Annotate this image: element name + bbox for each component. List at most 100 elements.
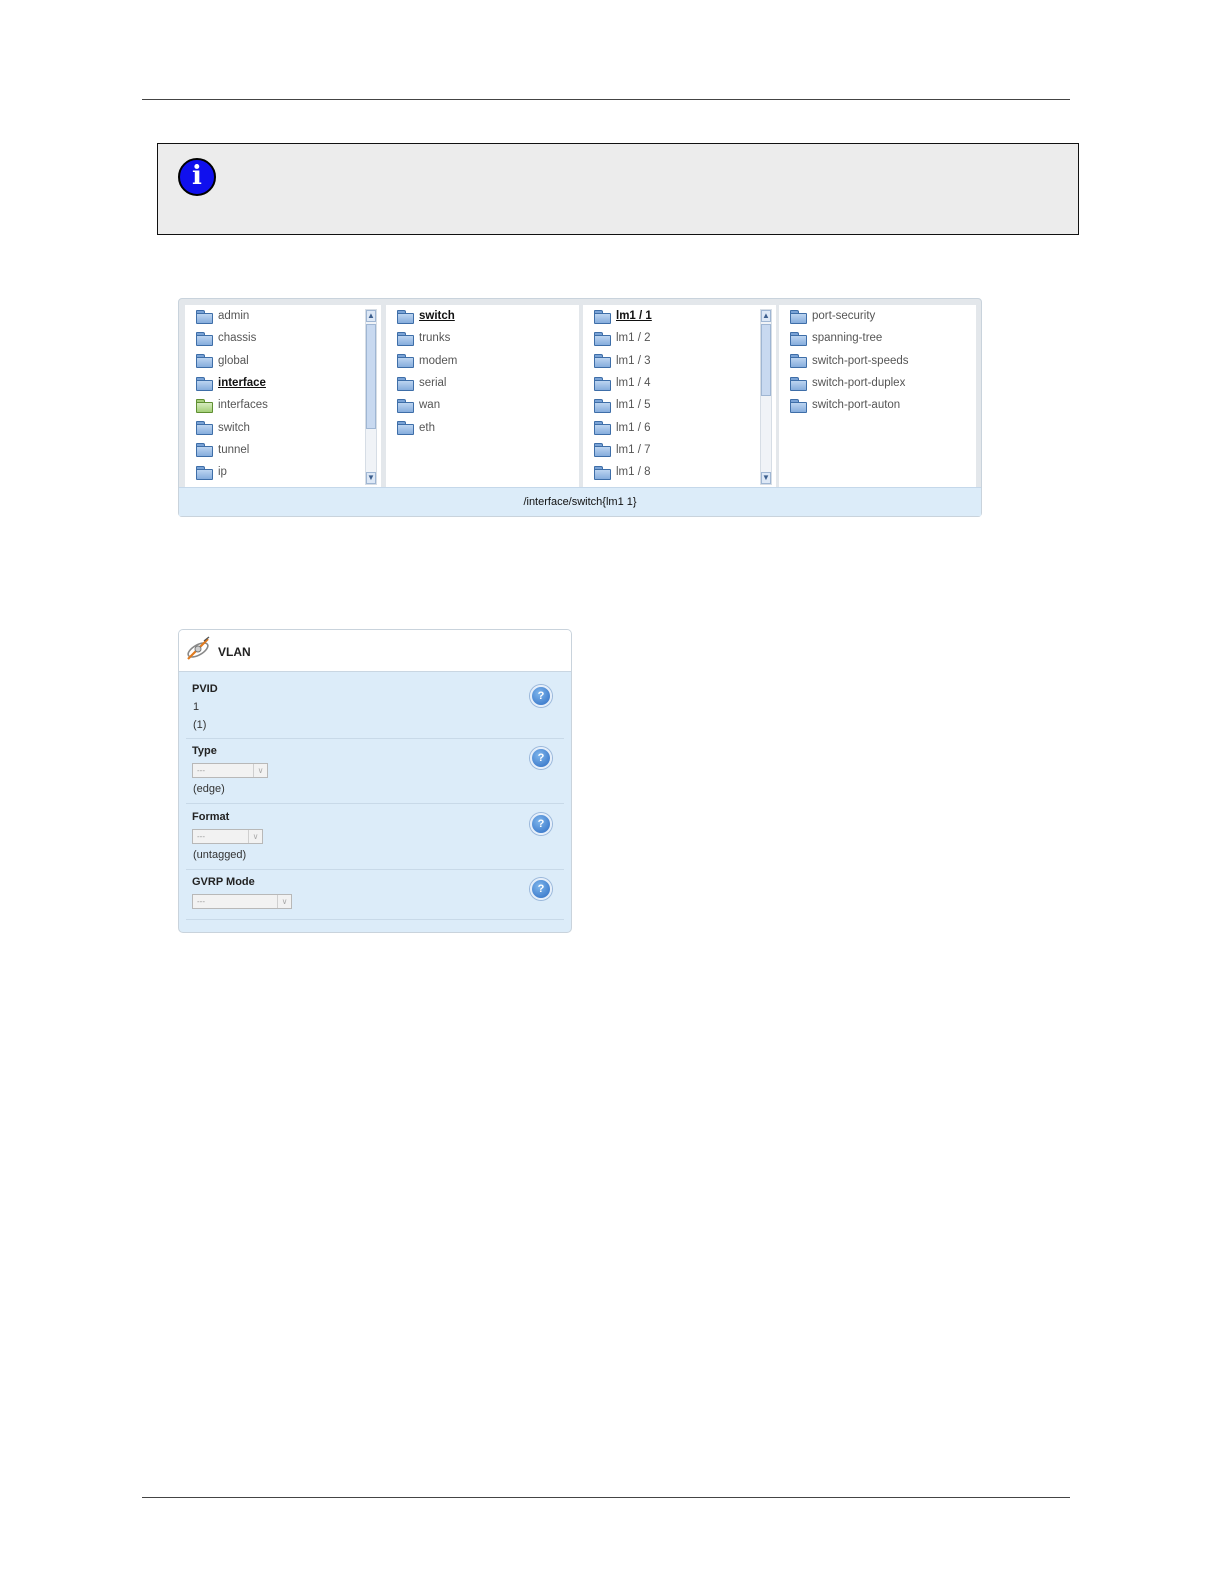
chevron-down-icon[interactable]: ∨ bbox=[253, 764, 267, 777]
browser-item[interactable]: chassis bbox=[185, 327, 381, 349]
browser-item[interactable]: lm1 / 1 bbox=[583, 305, 776, 327]
type-select[interactable]: --- ∨ bbox=[192, 763, 268, 778]
browser-item-label: modem bbox=[419, 354, 458, 367]
browser-column-2-list: switch trunks modem serial wan eth bbox=[386, 305, 579, 439]
browser-item[interactable]: trunks bbox=[386, 327, 579, 349]
folder-icon bbox=[397, 331, 414, 346]
browser-item-label: port-security bbox=[812, 310, 876, 323]
folder-icon bbox=[790, 354, 807, 369]
browser-item[interactable]: tunnel bbox=[185, 439, 381, 461]
pvid-default: (1) bbox=[193, 719, 207, 731]
type-default: (edge) bbox=[193, 783, 225, 795]
vlan-panel-header: VLAN bbox=[179, 630, 571, 672]
scroll-up-icon[interactable]: ▲ bbox=[761, 310, 771, 322]
folder-icon bbox=[594, 376, 611, 391]
vlan-satellite-icon bbox=[187, 636, 210, 660]
folder-icon bbox=[594, 398, 611, 413]
browser-item[interactable]: port-security bbox=[779, 305, 976, 327]
vlan-panel-title: VLAN bbox=[218, 645, 251, 659]
browser-item-label: switch-port-auton bbox=[812, 399, 901, 412]
browser-item[interactable]: serial bbox=[386, 372, 579, 394]
browser-item[interactable]: lm1 / 3 bbox=[583, 350, 776, 372]
help-icon[interactable]: ? bbox=[530, 685, 552, 707]
pvid-label: PVID bbox=[192, 683, 218, 695]
browser-item[interactable]: interface bbox=[185, 372, 381, 394]
type-select-value: --- bbox=[197, 766, 205, 775]
browser-item[interactable]: eth bbox=[386, 416, 579, 438]
gvrp-mode-field: GVRP Mode --- ∨ ? bbox=[186, 871, 564, 920]
browser-item-label: lm1 / 8 bbox=[616, 466, 651, 479]
browser-item[interactable]: lm1 / 4 bbox=[583, 372, 776, 394]
type-label: Type bbox=[192, 745, 217, 757]
folder-icon bbox=[196, 443, 213, 458]
folder-icon bbox=[196, 354, 213, 369]
folder-icon bbox=[196, 309, 213, 324]
folder-icon bbox=[790, 309, 807, 324]
browser-item[interactable]: switch bbox=[185, 416, 381, 438]
gvrp-mode-select-value: --- bbox=[197, 897, 205, 906]
browser-item-label: ip bbox=[218, 466, 227, 479]
folder-icon bbox=[790, 398, 807, 413]
folder-icon bbox=[397, 421, 414, 436]
browser-item[interactable]: global bbox=[185, 350, 381, 372]
browser-item[interactable]: switch-port-duplex bbox=[779, 372, 976, 394]
browser-item-label: switch bbox=[218, 421, 250, 434]
scroll-down-icon[interactable]: ▼ bbox=[366, 472, 376, 484]
header-rule bbox=[142, 99, 1070, 100]
browser-item[interactable]: spanning-tree bbox=[779, 327, 976, 349]
browser-item-label: chassis bbox=[218, 332, 257, 345]
browser-item[interactable]: lm1 / 2 bbox=[583, 327, 776, 349]
chevron-down-icon[interactable]: ∨ bbox=[248, 830, 262, 843]
format-select[interactable]: --- ∨ bbox=[192, 829, 263, 844]
browser-item[interactable]: switch-port-speeds bbox=[779, 350, 976, 372]
browser-column-2: switch trunks modem serial wan eth bbox=[386, 305, 579, 487]
scrollbar-thumb[interactable] bbox=[761, 324, 771, 396]
folder-icon bbox=[790, 331, 807, 346]
browser-item[interactable]: lm1 / 7 bbox=[583, 439, 776, 461]
browser-item[interactable]: lm1 / 6 bbox=[583, 416, 776, 438]
browser-item[interactable]: switch-port-auton bbox=[779, 394, 976, 416]
browser-item-label: lm1 / 3 bbox=[616, 354, 651, 367]
path-bar: /interface/switch{lm1 1} bbox=[179, 487, 981, 516]
folder-open-icon bbox=[594, 309, 611, 324]
browser-item-label: lm1 / 5 bbox=[616, 399, 651, 412]
folder-icon bbox=[196, 331, 213, 346]
scrollbar-thumb[interactable] bbox=[366, 324, 376, 429]
browser-item-label: switch bbox=[419, 310, 455, 323]
scroll-down-icon[interactable]: ▼ bbox=[761, 472, 771, 484]
browser-column-3: lm1 / 1 lm1 / 2 lm1 / 3 lm1 / 4 lm1 / 5 lm1 /… bbox=[583, 305, 776, 487]
browser-item[interactable]: admin bbox=[185, 305, 381, 327]
folder-icon bbox=[594, 443, 611, 458]
browser-item[interactable]: lm1 / 5 bbox=[583, 394, 776, 416]
browser-column-4-list: port-security spanning-tree switch-port-sp… bbox=[779, 305, 976, 416]
gvrp-mode-select[interactable]: --- ∨ bbox=[192, 894, 292, 909]
browser-item-label: switch-port-speeds bbox=[812, 354, 909, 367]
browser-item[interactable]: lm1 / 8 bbox=[583, 461, 776, 483]
browser-item[interactable]: wan bbox=[386, 394, 579, 416]
gvrp-mode-label: GVRP Mode bbox=[192, 876, 255, 888]
folder-icon bbox=[196, 421, 213, 436]
folder-icon bbox=[594, 331, 611, 346]
browser-item-label: lm1 / 4 bbox=[616, 377, 651, 390]
browser-column-4: port-security spanning-tree switch-port-sp… bbox=[779, 305, 976, 487]
browser-item[interactable]: ip bbox=[185, 461, 381, 483]
browser-item-label: switch-port-duplex bbox=[812, 377, 906, 390]
browser-item[interactable]: switch bbox=[386, 305, 579, 327]
column-browser: admin chassis global interface interfaces swi… bbox=[178, 298, 982, 517]
browser-item-label: interface bbox=[218, 377, 266, 390]
column-1-scrollbar[interactable]: ▲ ▼ bbox=[365, 309, 377, 485]
format-label: Format bbox=[192, 811, 230, 823]
help-icon[interactable]: ? bbox=[530, 878, 552, 900]
footer-rule bbox=[142, 1497, 1070, 1498]
browser-column-3-list: lm1 / 1 lm1 / 2 lm1 / 3 lm1 / 4 lm1 / 5 lm1 /… bbox=[583, 305, 776, 483]
browser-item-label: lm1 / 2 bbox=[616, 332, 651, 345]
chevron-down-icon[interactable]: ∨ bbox=[277, 895, 291, 908]
help-icon[interactable]: ? bbox=[530, 813, 552, 835]
help-icon[interactable]: ? bbox=[530, 747, 552, 769]
format-field: Format --- ∨ (untagged) ? bbox=[186, 805, 564, 870]
browser-item-label: admin bbox=[218, 310, 250, 323]
browser-item[interactable]: interfaces bbox=[185, 394, 381, 416]
scroll-up-icon[interactable]: ▲ bbox=[366, 310, 376, 322]
column-3-scrollbar[interactable]: ▲ ▼ bbox=[760, 309, 772, 485]
browser-item[interactable]: modem bbox=[386, 350, 579, 372]
